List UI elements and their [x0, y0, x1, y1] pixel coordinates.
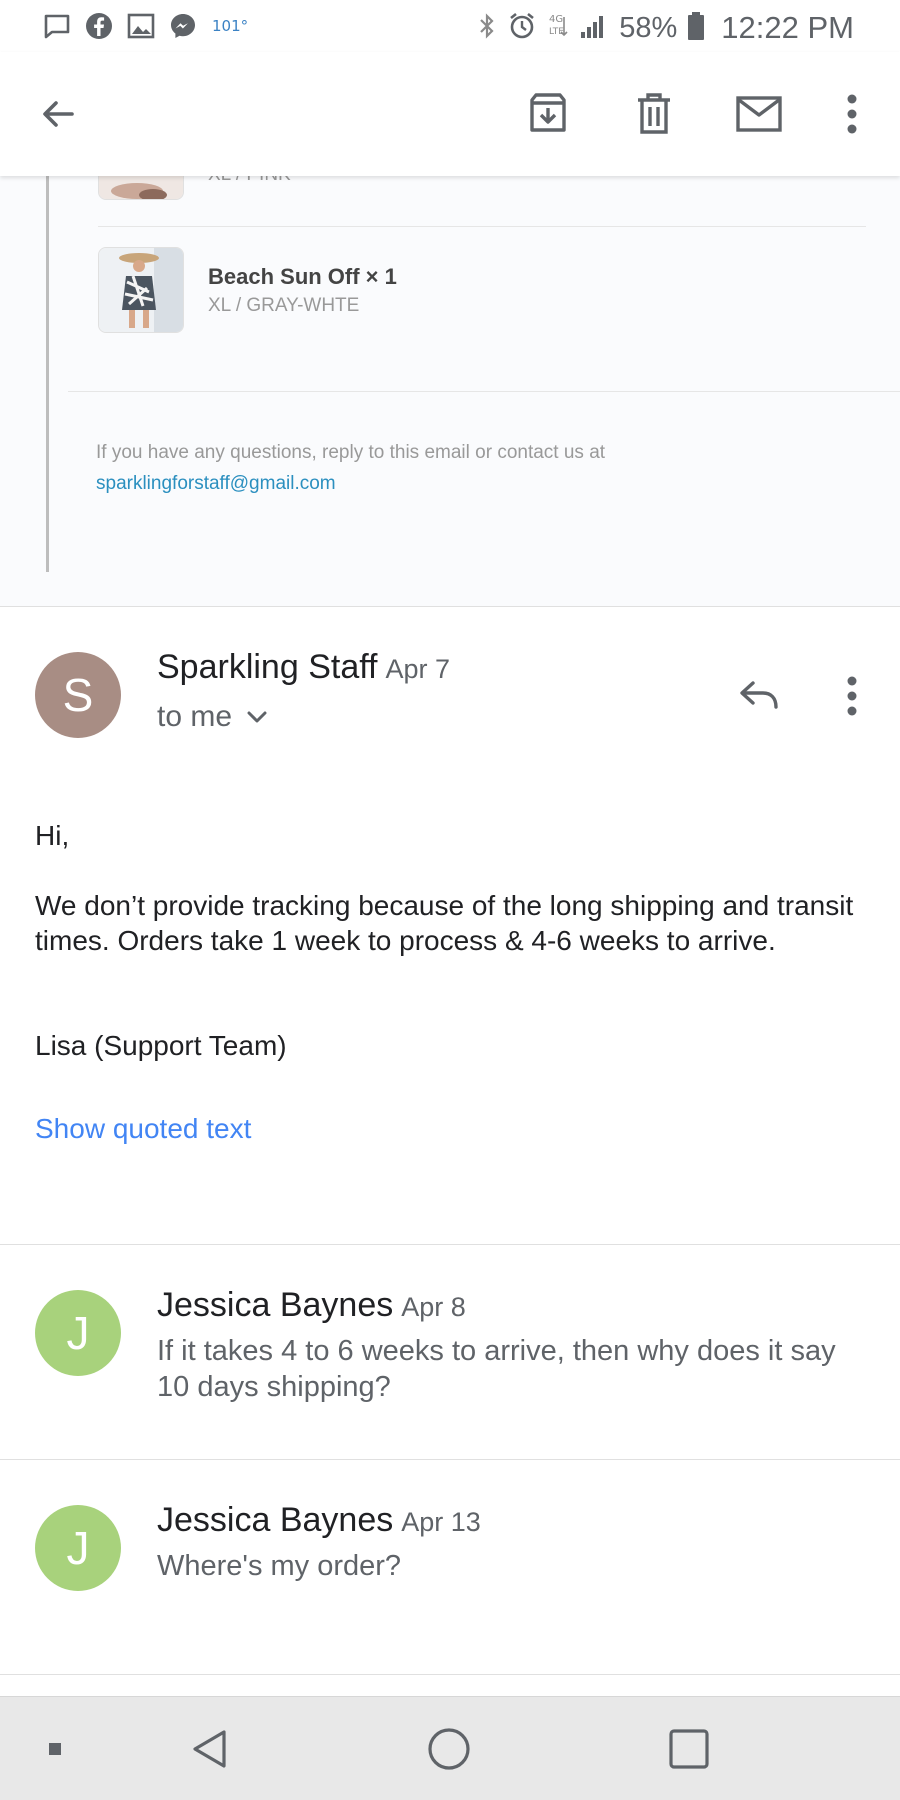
- back-triangle-icon: [193, 1730, 226, 1768]
- status-bar: 101° 4G LTE 58% 12:22 PM: [0, 0, 900, 52]
- mark-unread-button[interactable]: [729, 84, 789, 144]
- reply-icon: [740, 681, 778, 709]
- product-variant: XL / PINK: [208, 176, 291, 186]
- archive-icon: [530, 93, 566, 132]
- mark-unread-icon: [736, 96, 782, 132]
- message-date: Apr 7: [385, 654, 451, 684]
- svg-text:4G: 4G: [549, 14, 563, 25]
- delete-button[interactable]: [624, 84, 684, 144]
- message-header: Jessica Baynes Apr 8: [157, 1286, 466, 1325]
- gallery-icon: [126, 12, 156, 40]
- reply-button[interactable]: [732, 668, 788, 724]
- avatar-letter: J: [66, 1307, 90, 1359]
- battery-icon: [687, 11, 705, 46]
- message-divider: [0, 606, 900, 607]
- message-icon: [42, 12, 72, 40]
- message-date: Apr 13: [401, 1507, 481, 1537]
- nav-back-button[interactable]: [180, 1719, 240, 1779]
- contact-text: If you have any questions, reply to this…: [96, 442, 606, 463]
- back-arrow-icon: [43, 101, 74, 127]
- delete-icon: [638, 93, 670, 134]
- message-divider: [0, 1244, 900, 1245]
- divider: [98, 226, 866, 227]
- messenger-icon: [168, 12, 198, 40]
- message-greeting: Hi,: [35, 820, 70, 851]
- sender-name: Jessica Baynes: [157, 1286, 394, 1324]
- product-thumbnail: [98, 176, 184, 200]
- quoted-order-content: XL / PINK Beach Sun Off × 1 XL / GRAY-WH…: [0, 176, 900, 606]
- bluetooth-icon: [477, 12, 497, 45]
- recipient-text: to me: [157, 700, 233, 733]
- show-quoted-text-link[interactable]: Show quoted text: [35, 1113, 251, 1145]
- message-divider: [0, 1674, 900, 1675]
- sender-name: Jessica Baynes: [157, 1501, 394, 1539]
- more-options-button[interactable]: [822, 84, 882, 144]
- message-divider: [0, 1459, 900, 1460]
- system-navigation-bar: [0, 1696, 900, 1800]
- message-snippet: Where's my order?: [157, 1550, 402, 1582]
- archive-button[interactable]: [518, 84, 578, 144]
- more-vert-icon: [847, 94, 857, 134]
- message-header: Sparkling Staff Apr 7: [157, 648, 450, 687]
- product-title: Beach Sun Off × 1: [208, 264, 397, 289]
- contact-email-link[interactable]: sparklingforstaff@gmail.com: [96, 473, 336, 495]
- recents-square-icon: [669, 1729, 709, 1769]
- lte-icon: 4G LTE: [547, 11, 569, 46]
- email-toolbar: [0, 52, 900, 176]
- facebook-icon: [84, 12, 114, 40]
- nav-menu-button[interactable]: [25, 1719, 85, 1779]
- product-variant: XL / GRAY-WHTE: [208, 295, 360, 316]
- message-body: We don’t provide tracking because of the…: [35, 890, 854, 956]
- clock: 12:22 PM: [721, 10, 854, 45]
- message-snippet: If it takes 4 to 6 weeks to arrive, then…: [157, 1335, 836, 1403]
- message-header: Jessica Baynes Apr 13: [157, 1501, 481, 1540]
- sender-name: Sparkling Staff: [157, 648, 378, 686]
- system-status: 4G LTE 58% 12:22 PM: [477, 10, 854, 46]
- recipient-details-toggle[interactable]: to me: [157, 700, 268, 734]
- product-thumbnail: [98, 247, 184, 333]
- message-more-button[interactable]: [824, 668, 880, 724]
- chevron-down-icon: [247, 711, 267, 723]
- more-vert-icon: [847, 676, 857, 716]
- avatar[interactable]: S: [35, 652, 121, 738]
- menu-dot-icon: [49, 1743, 61, 1755]
- temperature-text: 101°: [212, 17, 249, 35]
- avatar-letter: S: [62, 669, 94, 721]
- alarm-icon: [507, 11, 537, 46]
- quote-rule: [46, 176, 49, 572]
- notification-icons: 101°: [42, 12, 248, 40]
- message-date: Apr 8: [401, 1292, 466, 1322]
- battery-percent: 58%: [619, 11, 678, 44]
- divider: [68, 391, 900, 392]
- back-button[interactable]: [28, 84, 88, 144]
- message-signature: Lisa (Support Team): [35, 1030, 287, 1061]
- signal-icon: [579, 12, 609, 45]
- avatar[interactable]: J: [35, 1290, 121, 1376]
- avatar[interactable]: J: [35, 1505, 121, 1591]
- avatar-letter: J: [66, 1522, 90, 1574]
- nav-home-button[interactable]: [419, 1719, 479, 1779]
- nav-recents-button[interactable]: [659, 1719, 719, 1779]
- home-circle-icon: [428, 1728, 470, 1770]
